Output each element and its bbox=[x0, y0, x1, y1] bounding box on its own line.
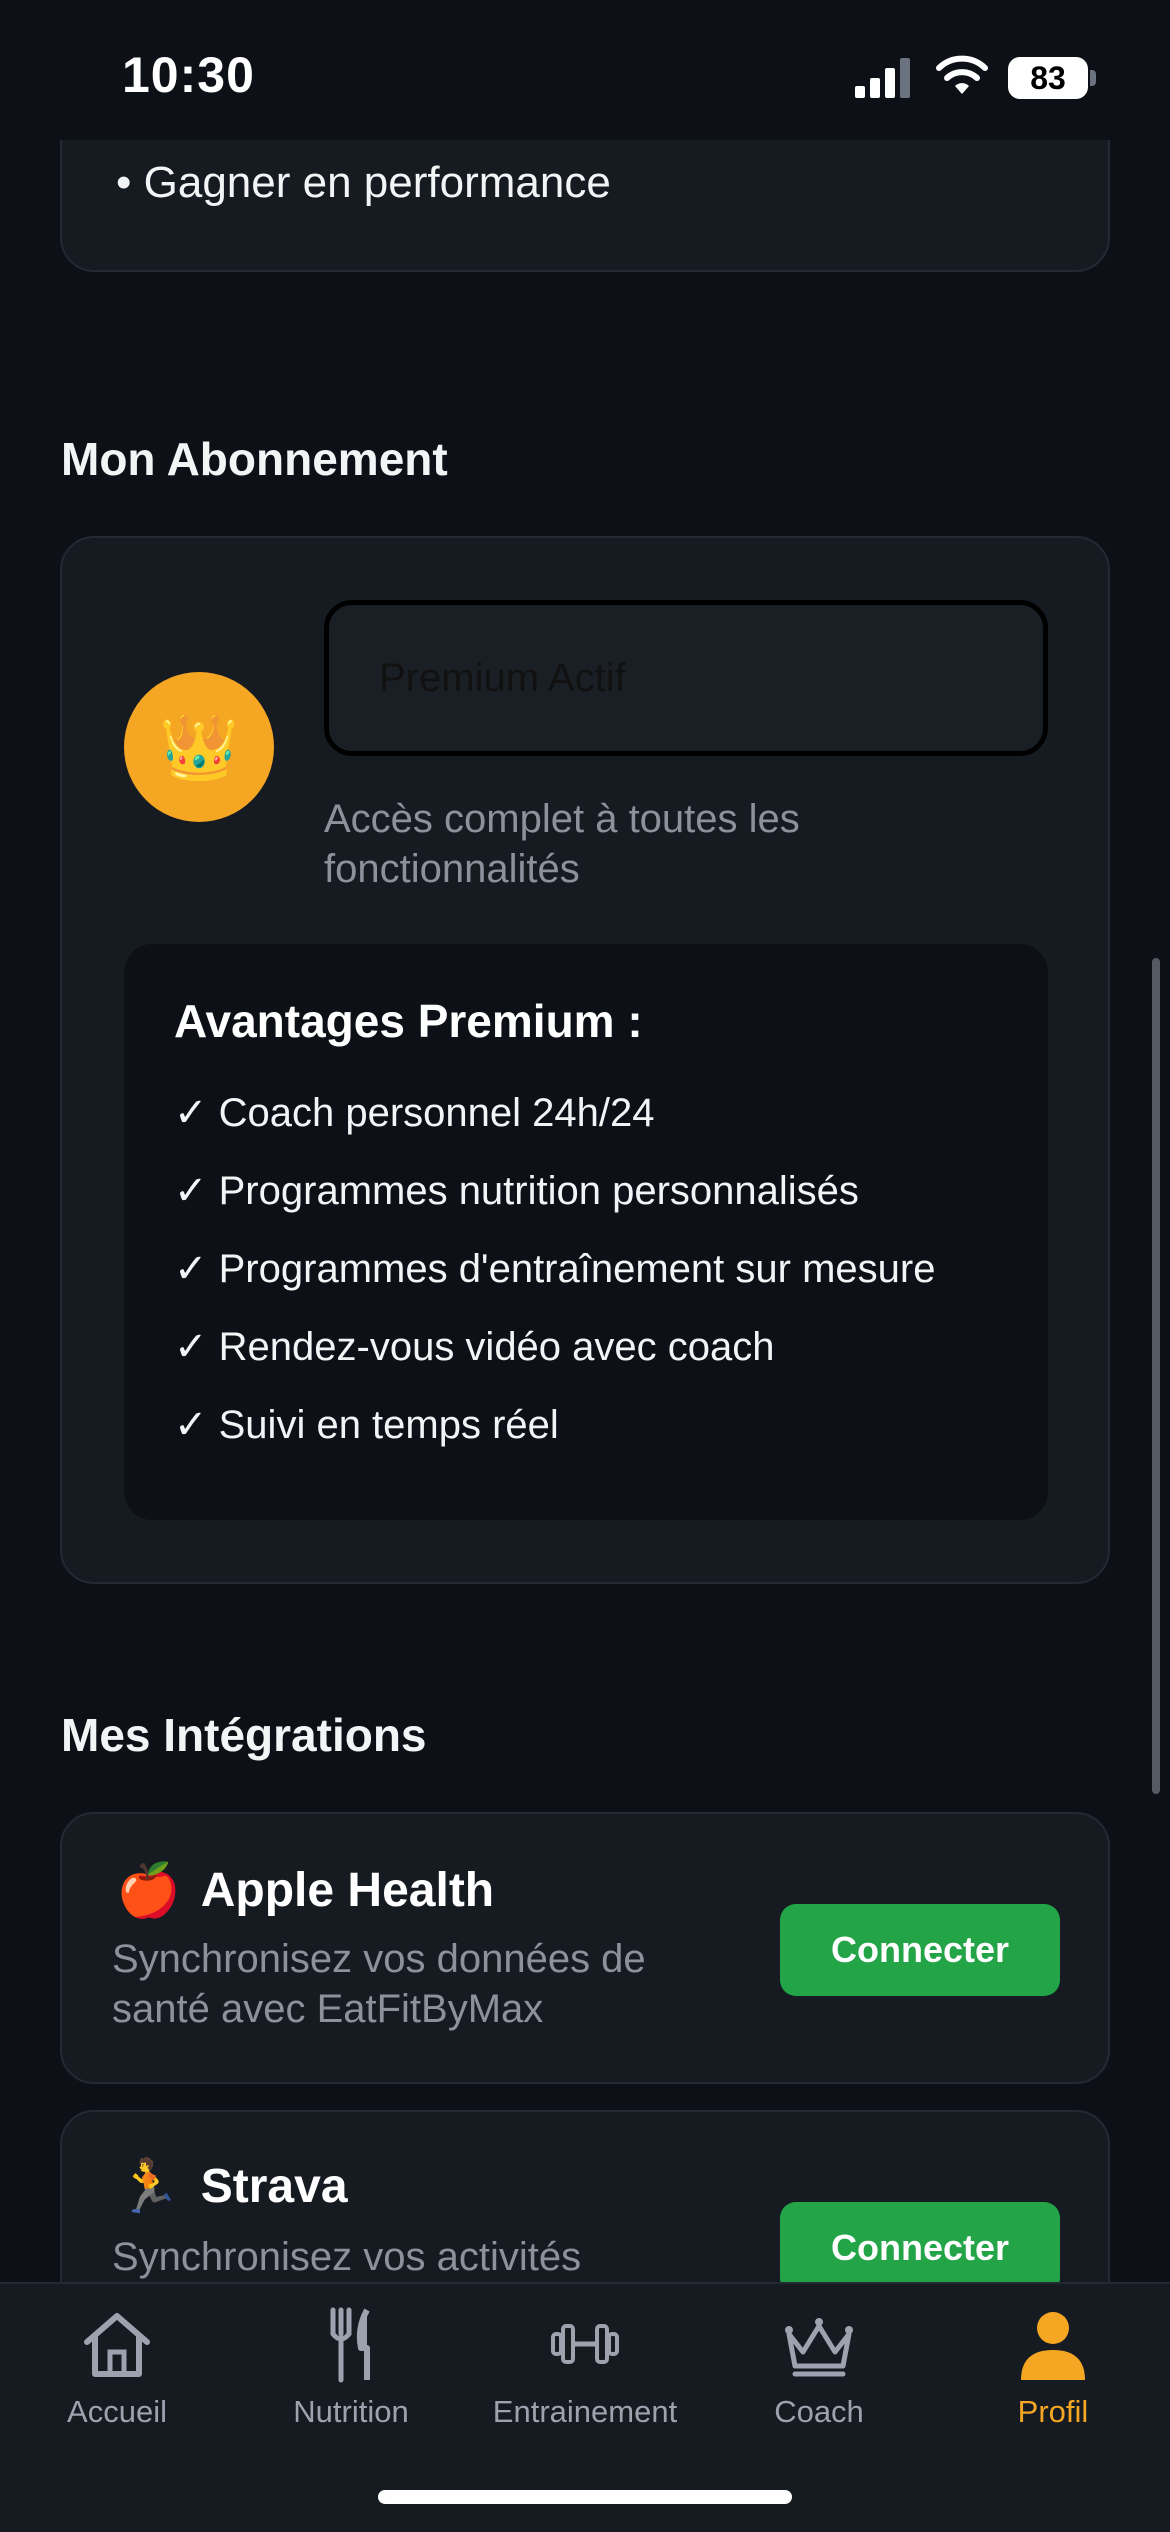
battery-level: 83 bbox=[1030, 59, 1066, 96]
home-icon bbox=[84, 2313, 150, 2377]
integration-title: 🏃 Strava bbox=[116, 2156, 348, 2217]
tab-coach[interactable]: Coach bbox=[702, 2304, 936, 2454]
crown-icon bbox=[785, 2318, 853, 2377]
benefit-item: ✓ Programmes d'entraînement sur mesure bbox=[174, 1247, 936, 1291]
wifi-icon bbox=[936, 55, 988, 94]
home-indicator[interactable] bbox=[378, 2490, 792, 2504]
benefit-item: ✓ Coach personnel 24h/24 bbox=[174, 1091, 655, 1135]
integration-card-apple-health: 🍎 Apple Health Synchronisez vos données … bbox=[60, 1812, 1110, 2084]
fork-knife-icon bbox=[330, 2307, 370, 2383]
tab-nutrition[interactable]: Nutrition bbox=[234, 2304, 468, 2454]
tab-accueil[interactable]: Accueil bbox=[0, 2304, 234, 2454]
dumbbell-icon bbox=[551, 2324, 619, 2364]
apple-icon: 🍎 bbox=[116, 1862, 181, 1920]
tab-label: Accueil bbox=[67, 2394, 167, 2429]
benefits-title: Avantages Premium : bbox=[174, 995, 643, 1047]
plan-description: Accès complet à toutes les fonctionnalit… bbox=[324, 797, 800, 891]
integration-name: Apple Health bbox=[200, 1864, 495, 1917]
integrations-section-title: Mes Intégrations bbox=[61, 1709, 427, 1761]
integration-description: Synchronisez vos activités bbox=[112, 2235, 582, 2279]
tab-label: Entrainement bbox=[492, 2394, 678, 2429]
subscription-card: 👑 Premium Actif Accès complet à toutes l… bbox=[60, 536, 1110, 1584]
subscription-section-title: Mon Abonnement bbox=[61, 433, 448, 485]
benefit-item: ✓ Suivi en temps réel bbox=[174, 1403, 559, 1447]
battery-icon: 83 bbox=[1008, 57, 1088, 99]
runner-icon: 🏃 bbox=[116, 2158, 181, 2216]
status-time: 10:30 bbox=[122, 47, 255, 103]
cellular-signal-icon bbox=[855, 58, 910, 98]
connect-apple-health-button[interactable]: Connecter bbox=[780, 1904, 1060, 1996]
plan-status-value: Premium Actif bbox=[379, 655, 626, 700]
tab-label: Nutrition bbox=[293, 2394, 409, 2429]
benefit-item: ✓ Programmes nutrition personnalisés bbox=[174, 1169, 859, 1213]
crown-avatar: 👑 bbox=[124, 672, 274, 822]
integration-name: Strava bbox=[200, 2160, 348, 2213]
crown-icon: 👑 bbox=[159, 710, 239, 783]
integration-description: Synchronisez vos données de santé avec E… bbox=[112, 1937, 646, 2031]
benefit-item: ✓ Rendez-vous vidéo avec coach bbox=[174, 1325, 775, 1369]
battery-tip bbox=[1090, 70, 1096, 86]
connect-strava-button[interactable]: Connecter bbox=[780, 2202, 1060, 2294]
status-bar: 10:30 83 bbox=[0, 0, 1170, 140]
tab-label: Coach bbox=[774, 2394, 864, 2429]
benefits-box: Avantages Premium : ✓ Coach personnel 24… bbox=[124, 944, 1048, 1520]
tab-profil[interactable]: Profil bbox=[936, 2304, 1170, 2454]
scroll-indicator[interactable] bbox=[1152, 958, 1160, 1794]
tab-entrainement[interactable]: Entrainement bbox=[468, 2304, 702, 2454]
plan-status-field[interactable]: Premium Actif bbox=[324, 600, 1048, 756]
tab-label: Profil bbox=[1017, 2394, 1089, 2429]
goal-item: • Gagner en performance bbox=[116, 158, 611, 207]
person-icon bbox=[1021, 2312, 1085, 2380]
integration-title: 🍎 Apple Health bbox=[116, 1860, 494, 1921]
